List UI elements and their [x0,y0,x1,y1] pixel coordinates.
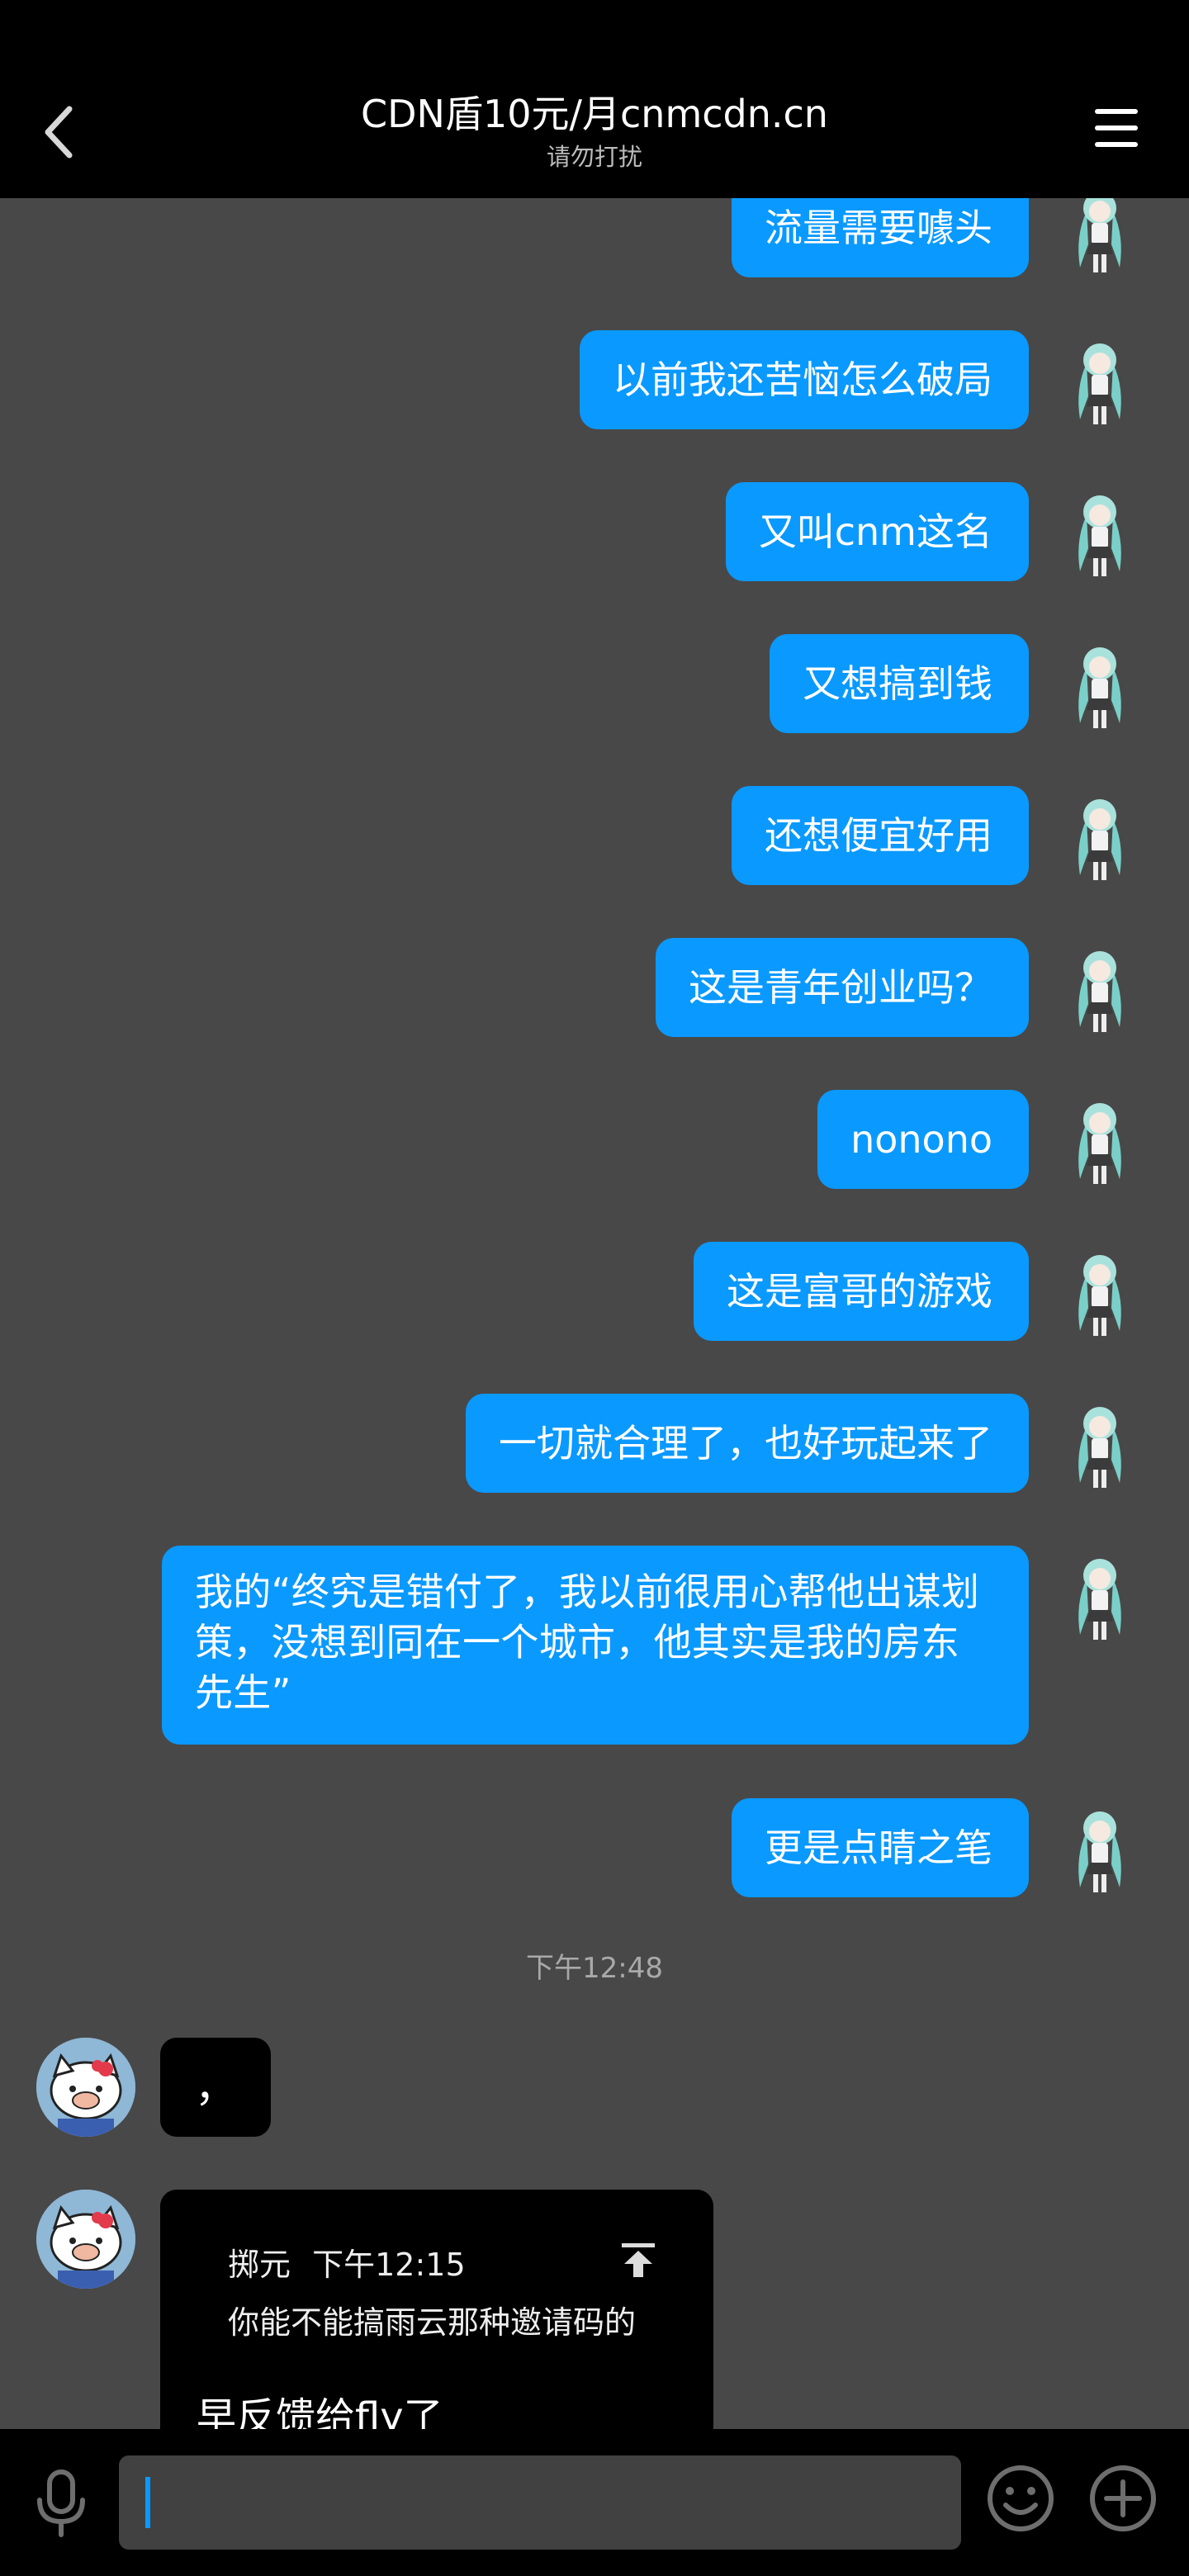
message-bubble-out[interactable]: 这是富哥的游戏 [694,1242,1029,1341]
message-bubble-out[interactable]: 还想便宜好用 [732,786,1029,885]
contact-avatar[interactable] [36,2190,135,2289]
text-caret [145,2477,150,2528]
avatar-image [36,2190,135,2289]
self-avatar[interactable] [1050,938,1149,1037]
message-bubble-in[interactable]: ， [160,2038,271,2137]
message-bubble-out[interactable]: 一切就合理了，也好玩起来了 [466,1394,1029,1493]
avatar-image [1050,1394,1149,1493]
self-avatar[interactable] [1050,1090,1149,1189]
avatar-image [1050,198,1149,277]
scroll-to-top-icon[interactable] [619,2241,657,2279]
input-bar [0,2429,1189,2576]
message-bubble-out[interactable]: 我的“终究是错付了，我以前很用心帮他出谋划策，没想到同在一个城市，他其实是我的房… [162,1546,1029,1745]
self-avatar[interactable] [1050,1546,1149,1645]
avatar-image [1050,938,1149,1037]
avatar-image [1050,1546,1149,1645]
plus-circle-icon[interactable] [1088,2464,1158,2533]
microphone-icon[interactable] [35,2469,88,2538]
message-bubble-out[interactable]: 又叫cnm这名 [725,482,1029,581]
message-bubble-out[interactable]: nonono [817,1090,1029,1189]
chat-title-block: CDN盾10元/月cnmcdn.cn 请勿打扰 [248,89,941,172]
message-timestamp: 下午12:48 [526,1952,663,1985]
avatar-image [1050,634,1149,733]
avatar-image [1050,1090,1149,1189]
reply-message-bubble[interactable]: 掷元 下午12:15 你能不能搞雨云那种邀请码的 早反馈给fly了 [160,2190,713,2429]
message-bubble-out[interactable]: 又想搞到钱 [770,634,1029,733]
self-avatar[interactable] [1050,1242,1149,1341]
message-bubble-out[interactable]: 这是青年创业吗？ [656,938,1029,1037]
quoted-header: 掷元 下午12:15 [228,2239,466,2285]
avatar-image [1050,1798,1149,1897]
message-list[interactable]: 流量需要噱头 以前我还苦恼怎么破局 又叫cnm这名 又想搞到钱 还想便宜好用 这… [0,198,1189,2429]
reply-text: 早反馈给fly了 [197,2394,443,2429]
message-bubble-out[interactable]: 流量需要噱头 [732,198,1029,277]
self-avatar[interactable] [1050,198,1149,277]
top-bar: CDN盾10元/月cnmcdn.cn 请勿打扰 [0,0,1189,198]
back-button[interactable] [33,99,83,165]
menu-button[interactable] [1095,109,1138,150]
message-bubble-out[interactable]: 更是点睛之笔 [732,1798,1029,1897]
chat-subtitle: 请勿打扰 [546,143,642,171]
quoted-text: 你能不能搞雨云那种邀请码的 [228,2304,637,2341]
message-bubble-out[interactable]: 以前我还苦恼怎么破局 [580,330,1029,429]
smiley-icon[interactable] [986,2464,1055,2533]
avatar-image [1050,786,1149,885]
self-avatar[interactable] [1050,786,1149,885]
chat-title: CDN盾10元/月cnmcdn.cn [361,92,828,136]
self-avatar[interactable] [1050,482,1149,581]
quoted-author: 掷元 [228,2247,291,2283]
self-avatar[interactable] [1050,1394,1149,1493]
message-input[interactable] [119,2455,961,2550]
avatar-image [1050,1242,1149,1341]
self-avatar[interactable] [1050,330,1149,429]
avatar-image [36,2038,135,2137]
self-avatar[interactable] [1050,634,1149,733]
avatar-image [1050,330,1149,429]
quoted-time: 下午12:15 [312,2247,466,2283]
hamburger-menu-icon [1095,109,1138,114]
contact-avatar[interactable] [36,2038,135,2137]
self-avatar[interactable] [1050,1798,1149,1897]
avatar-image [1050,482,1149,581]
chevron-left-icon [45,106,73,159]
